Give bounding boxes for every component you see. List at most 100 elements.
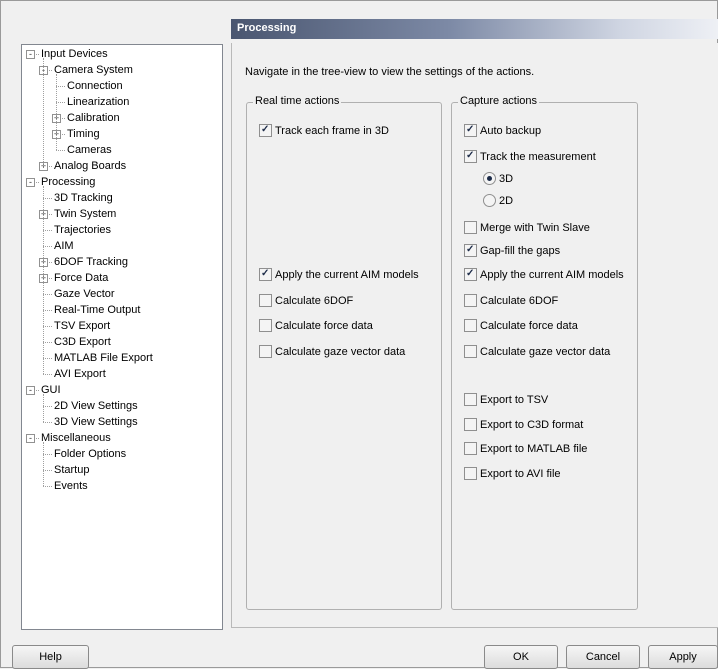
tree-item[interactable]: + Calibration bbox=[22, 110, 220, 126]
checkbox-label: Calculate force data bbox=[275, 320, 373, 332]
radio-circle[interactable] bbox=[483, 194, 496, 207]
tree-item-label: Miscellaneous bbox=[41, 432, 111, 444]
checkbox-label: Export to AVI file bbox=[480, 468, 561, 480]
tree-item-label: 3D Tracking bbox=[54, 192, 113, 204]
tree-item-label: Cameras bbox=[67, 144, 112, 156]
radio-label: 3D bbox=[499, 173, 514, 185]
tree-item-label: Real-Time Output bbox=[54, 304, 141, 316]
page-header: Processing bbox=[231, 19, 718, 39]
help-button[interactable]: Help bbox=[12, 645, 89, 669]
checkbox-label: Auto backup bbox=[480, 125, 542, 137]
tree-guide-line bbox=[56, 74, 57, 150]
checkbox-label: Track the measurement bbox=[480, 151, 596, 163]
tree-item[interactable]: C3D Export bbox=[22, 334, 220, 350]
tree-item[interactable]: - Input Devices bbox=[22, 46, 220, 62]
tree-item[interactable]: - GUI bbox=[22, 382, 220, 398]
collapse-toggle-icon[interactable]: - bbox=[26, 178, 35, 187]
radio-circle[interactable] bbox=[483, 172, 496, 185]
cancel-button[interactable]: Cancel bbox=[566, 645, 640, 669]
tree-item[interactable]: - Camera System bbox=[22, 62, 220, 78]
collapse-toggle-icon[interactable]: - bbox=[26, 386, 35, 395]
tree-item[interactable]: - Processing bbox=[22, 174, 220, 190]
checkbox-box[interactable] bbox=[464, 345, 477, 358]
collapse-toggle-icon[interactable]: - bbox=[26, 434, 35, 443]
tree-item[interactable]: Real-Time Output bbox=[22, 302, 220, 318]
tree-item[interactable]: +6DOF Tracking bbox=[22, 254, 220, 270]
checkbox-box[interactable] bbox=[464, 268, 477, 281]
tree-item-label: Calibration bbox=[67, 112, 120, 124]
checkbox-box[interactable] bbox=[464, 150, 477, 163]
tree-item-label: Camera System bbox=[54, 64, 133, 76]
intro-text: Navigate in the tree-view to view the se… bbox=[245, 66, 535, 78]
tree-item[interactable]: 3D Tracking bbox=[22, 190, 220, 206]
tree-item[interactable]: + Analog Boards bbox=[22, 158, 220, 174]
realtime-actions-title: Real time actions bbox=[253, 95, 342, 107]
capture-actions-title: Capture actions bbox=[458, 95, 540, 107]
tree-item[interactable]: + Force Data bbox=[22, 270, 220, 286]
checkbox-box[interactable] bbox=[464, 319, 477, 332]
tree-item[interactable]: Cameras bbox=[22, 142, 220, 158]
tree-item-label: Twin System bbox=[54, 208, 117, 220]
checkbox-box[interactable] bbox=[464, 442, 477, 455]
tree-item-label: AIM bbox=[54, 240, 74, 252]
tree-item-label: Folder Options bbox=[54, 448, 127, 460]
tree-item[interactable]: - Miscellaneous bbox=[22, 430, 220, 446]
tree-item[interactable]: Folder Options bbox=[22, 446, 220, 462]
checkbox-label: Export to MATLAB file bbox=[480, 443, 588, 455]
tree-item[interactable]: 2D View Settings bbox=[22, 398, 220, 414]
tree-item-label: Force Data bbox=[54, 272, 109, 284]
tree-item[interactable]: + Twin System bbox=[22, 206, 220, 222]
tree-item-label: TSV Export bbox=[54, 320, 111, 332]
tree-item-label: C3D Export bbox=[54, 336, 111, 348]
checkbox-box[interactable] bbox=[259, 268, 272, 281]
checkbox-label: Track each frame in 3D bbox=[275, 125, 389, 137]
tree-item-label: Analog Boards bbox=[54, 160, 127, 172]
tree-item-label: Startup bbox=[54, 464, 90, 476]
checkbox-box[interactable] bbox=[464, 244, 477, 257]
checkbox-box[interactable] bbox=[464, 124, 477, 137]
tree-item-label: Timing bbox=[67, 128, 100, 140]
tree-item[interactable]: + Timing bbox=[22, 126, 220, 142]
checkbox-box[interactable] bbox=[464, 221, 477, 234]
checkbox-box[interactable] bbox=[259, 124, 272, 137]
radio-label: 2D bbox=[499, 195, 514, 207]
tree-item[interactable]: Connection bbox=[22, 78, 220, 94]
tree-item[interactable]: Startup bbox=[22, 462, 220, 478]
apply-button[interactable]: Apply bbox=[648, 645, 718, 669]
ok-button[interactable]: OK bbox=[484, 645, 558, 669]
collapse-toggle-icon[interactable]: - bbox=[26, 50, 35, 59]
tree-item-label: Processing bbox=[41, 176, 96, 188]
checkbox-label: Export to TSV bbox=[480, 394, 549, 406]
tree-item-label: 6DOF Tracking bbox=[54, 256, 128, 268]
tree-item[interactable]: Events bbox=[22, 478, 220, 494]
checkbox-box[interactable] bbox=[259, 294, 272, 307]
checkbox-box[interactable] bbox=[464, 294, 477, 307]
tree-guide-line bbox=[43, 186, 44, 374]
tree-item-label: MATLAB File Export bbox=[54, 352, 153, 364]
tree-item-label: 2D View Settings bbox=[54, 400, 138, 412]
tree-item-label: Connection bbox=[67, 80, 123, 92]
tree-item[interactable]: AIM bbox=[22, 238, 220, 254]
tree-item[interactable]: TSV Export bbox=[22, 318, 220, 334]
tree-guide-line bbox=[43, 58, 44, 166]
checkbox-box[interactable] bbox=[259, 319, 272, 332]
checkbox-label: Calculate gaze vector data bbox=[480, 346, 611, 358]
checkbox-label: Gap-fill the gaps bbox=[480, 245, 561, 257]
tree-item-label: Trajectories bbox=[54, 224, 112, 236]
checkbox-box[interactable] bbox=[259, 345, 272, 358]
tree-item[interactable]: Gaze Vector bbox=[22, 286, 220, 302]
tree-item-label: Gaze Vector bbox=[54, 288, 115, 300]
tree-item[interactable]: Trajectories bbox=[22, 222, 220, 238]
tree-item[interactable]: 3D View Settings bbox=[22, 414, 220, 430]
checkbox-label: Export to C3D format bbox=[480, 419, 584, 431]
checkbox-box[interactable] bbox=[464, 467, 477, 480]
tree-item-label: AVI Export bbox=[54, 368, 106, 380]
settings-tree-view[interactable]: - Input Devices - Camera System Connection Li… bbox=[21, 44, 223, 630]
checkbox-box[interactable] bbox=[464, 418, 477, 431]
tree-item[interactable]: MATLAB File Export bbox=[22, 350, 220, 366]
tree-item[interactable]: Linearization bbox=[22, 94, 220, 110]
tree-item[interactable]: AVI Export bbox=[22, 366, 220, 382]
checkbox-label: Apply the current AIM models bbox=[480, 269, 624, 281]
tree-item-label: Events bbox=[54, 480, 88, 492]
checkbox-box[interactable] bbox=[464, 393, 477, 406]
